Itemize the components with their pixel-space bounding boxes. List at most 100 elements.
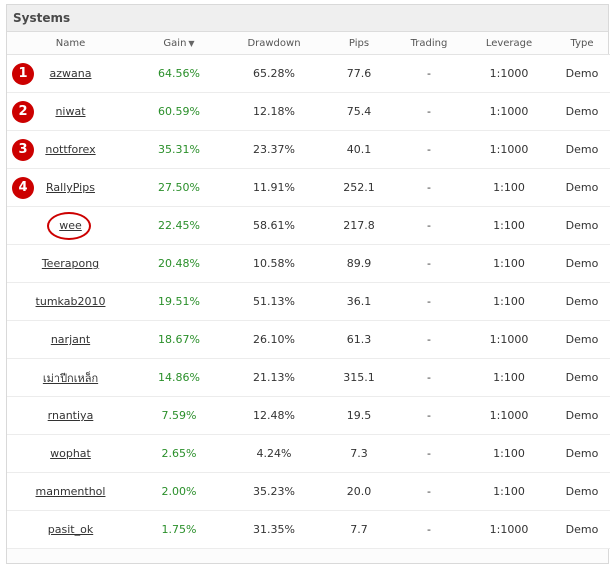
table-row: tumkab2010 19.51% 51.13% 36.1-1:100 Demo — [7, 282, 610, 321]
cell-drawdown: 21.13% — [224, 358, 324, 397]
rank-badge: 4 — [12, 176, 34, 199]
cell-trading: - — [394, 358, 464, 397]
cell-leverage: 1:1000 — [464, 54, 554, 93]
cell-name: tumkab2010 — [7, 282, 134, 321]
cell-leverage: 1:100 — [464, 168, 554, 207]
system-name-link[interactable]: nottforex — [45, 143, 95, 156]
system-name-link[interactable]: rnantiya — [48, 409, 94, 422]
cell-gain: 35.31% — [134, 130, 224, 169]
sort-desc-icon: ▼ — [188, 38, 195, 48]
cell-drawdown: 12.18% — [224, 92, 324, 131]
cell-name: wee — [7, 206, 134, 245]
column-header-drawdown[interactable]: Drawdown — [224, 32, 324, 55]
cell-gain: 19.51% — [134, 282, 224, 321]
cell-gain: 22.45% — [134, 206, 224, 245]
cell-gain: 1.75% — [134, 510, 224, 549]
system-name-link[interactable]: narjant — [51, 333, 90, 346]
system-name-link[interactable]: เม่าปีกเหล็ก — [43, 372, 98, 385]
cell-type: Demo — [554, 92, 610, 131]
column-header-gain-label: Gain — [163, 37, 187, 49]
cell-type: Demo — [554, 320, 610, 359]
cell-trading: - — [394, 434, 464, 473]
cell-leverage: 1:100 — [464, 282, 554, 321]
column-header-leverage[interactable]: Leverage — [464, 32, 554, 55]
cell-pips: 7.7 — [324, 510, 394, 549]
cell-leverage: 1:1000 — [464, 320, 554, 359]
system-name-link[interactable]: azwana — [50, 67, 92, 80]
cell-trading: - — [394, 320, 464, 359]
cell-drawdown: 31.35% — [224, 510, 324, 549]
cell-name: manmenthol — [7, 472, 134, 511]
column-header-type[interactable]: Type — [554, 32, 610, 55]
cell-name: Teerapong — [7, 244, 134, 283]
cell-type: Demo — [554, 244, 610, 283]
cell-leverage: 1:100 — [464, 434, 554, 473]
cell-pips: 89.9 — [324, 244, 394, 283]
cell-gain: 60.59% — [134, 92, 224, 131]
rank-badge: 1 — [12, 62, 34, 85]
table-header-row: Name Gain ▼ Drawdown Pips Trading Leverag… — [7, 32, 610, 55]
cell-type: Demo — [554, 396, 610, 435]
cell-type: Demo — [554, 472, 610, 511]
cell-drawdown: 58.61% — [224, 206, 324, 245]
cell-type: Demo — [554, 168, 610, 207]
cell-pips: 315.1 — [324, 358, 394, 397]
column-header-trading[interactable]: Trading — [394, 32, 464, 55]
panel-title: Systems — [7, 5, 608, 32]
system-name-link[interactable]: wophat — [50, 447, 91, 460]
table-row: pasit_ok 1.75% 31.35% 7.7-1:1000 Demo — [7, 510, 610, 549]
cell-trading: - — [394, 510, 464, 549]
cell-drawdown: 23.37% — [224, 130, 324, 169]
table-row: 1 azwana 64.56% 65.28% 77.6-1:1000 Demo — [7, 54, 610, 93]
column-header-name[interactable]: Name — [7, 32, 134, 55]
cell-leverage: 1:1000 — [464, 396, 554, 435]
rank-badge: 3 — [12, 138, 34, 161]
rank-badge: 2 — [12, 100, 34, 123]
cell-pips: 36.1 — [324, 282, 394, 321]
system-name-link[interactable]: manmenthol — [36, 485, 106, 498]
cell-leverage: 1:1000 — [464, 92, 554, 131]
system-name-link[interactable]: RallyPips — [46, 181, 95, 194]
table-row: wee 22.45% 58.61% 217.8-1:100 Demo — [7, 206, 610, 245]
cell-type: Demo — [554, 54, 610, 93]
system-name-link[interactable]: niwat — [55, 105, 85, 118]
cell-gain: 20.48% — [134, 244, 224, 283]
cell-pips: 75.4 — [324, 92, 394, 131]
cell-trading: - — [394, 92, 464, 131]
cell-trading: - — [394, 168, 464, 207]
cell-name: rnantiya — [7, 396, 134, 435]
cell-type: Demo — [554, 282, 610, 321]
cell-leverage: 1:1000 — [464, 510, 554, 549]
cell-drawdown: 26.10% — [224, 320, 324, 359]
systems-table: Name Gain ▼ Drawdown Pips Trading Leverag… — [7, 32, 610, 549]
cell-trading: - — [394, 130, 464, 169]
cell-pips: 217.8 — [324, 206, 394, 245]
column-header-gain[interactable]: Gain ▼ — [134, 32, 224, 55]
cell-name: 3 nottforex — [7, 130, 134, 169]
table-row: Teerapong 20.48% 10.58% 89.9-1:100 Demo — [7, 244, 610, 283]
system-name-link[interactable]: pasit_ok — [48, 523, 93, 536]
cell-pips: 7.3 — [324, 434, 394, 473]
cell-type: Demo — [554, 510, 610, 549]
cell-drawdown: 12.48% — [224, 396, 324, 435]
cell-pips: 19.5 — [324, 396, 394, 435]
system-name-link[interactable]: tumkab2010 — [36, 295, 106, 308]
cell-name: 1 azwana — [7, 54, 134, 93]
cell-drawdown: 65.28% — [224, 54, 324, 93]
system-name-link[interactable]: Teerapong — [42, 257, 99, 270]
cell-leverage: 1:100 — [464, 206, 554, 245]
cell-pips: 61.3 — [324, 320, 394, 359]
cell-pips: 20.0 — [324, 472, 394, 511]
column-header-pips[interactable]: Pips — [324, 32, 394, 55]
cell-gain: 14.86% — [134, 358, 224, 397]
table-row: wophat 2.65% 4.24% 7.3-1:100 Demo — [7, 434, 610, 473]
table-row: narjant 18.67% 26.10% 61.3-1:1000 Demo — [7, 320, 610, 359]
cell-pips: 252.1 — [324, 168, 394, 207]
table-row: manmenthol 2.00% 35.23% 20.0-1:100 Demo — [7, 472, 610, 511]
cell-pips: 40.1 — [324, 130, 394, 169]
cell-drawdown: 51.13% — [224, 282, 324, 321]
cell-type: Demo — [554, 130, 610, 169]
cell-leverage: 1:100 — [464, 358, 554, 397]
table-row: 4 RallyPips 27.50% 11.91% 252.1-1:100 Demo — [7, 168, 610, 207]
highlight-circle — [47, 211, 91, 240]
